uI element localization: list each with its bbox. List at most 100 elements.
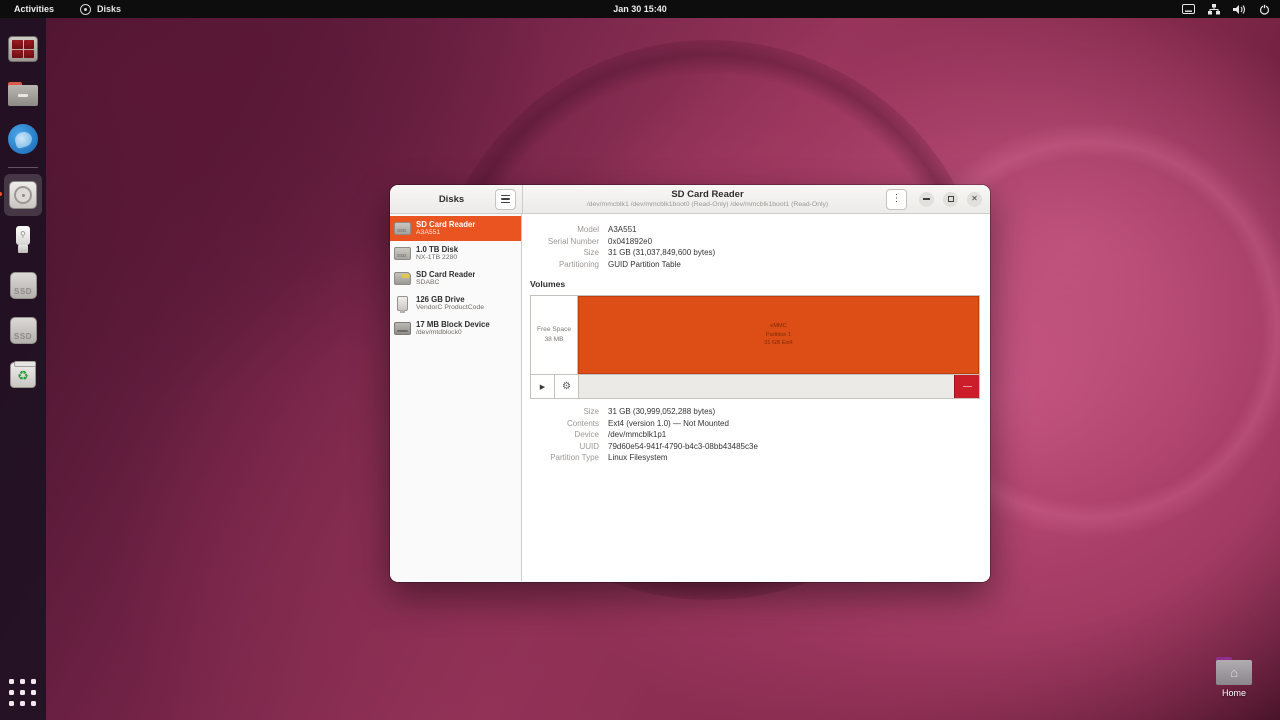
- device-subtitle: SDABC: [416, 279, 475, 287]
- window-subtitle: /dev/mmcblk1 /dev/mmcblk1boot0 (Read-Onl…: [529, 201, 886, 209]
- usb-drive-icon: ⚲: [15, 226, 31, 254]
- close-icon: ✕: [971, 195, 978, 203]
- device-title: 126 GB Drive: [416, 295, 484, 305]
- kebab-menu-icon: ⋮: [892, 194, 902, 204]
- sidebar-item-17mb-block-device[interactable]: 17 MB Block Device /dev/mtdblock0: [390, 316, 521, 341]
- device-sidebar: SD Card Reader A3A551 1.0 TB Disk NX-1TB…: [390, 214, 522, 581]
- ssd-drive-icon: SSD: [10, 272, 37, 299]
- device-title: SD Card Reader: [416, 270, 475, 280]
- dock-item-thunderbird[interactable]: [4, 118, 42, 160]
- show-applications-button[interactable]: [9, 679, 37, 707]
- detail-row-serial: Serial Number 0x041892e0: [530, 236, 980, 248]
- top-bar: Activities Disks Jan 30 15:40: [0, 0, 1280, 18]
- detail-row-partitioning: Partitioning GUID Partition Table: [530, 259, 980, 271]
- delete-partition-button[interactable]: [954, 375, 979, 398]
- volume-diagram: Free Space 38 MB eMMC Partition 1 31 GB …: [530, 295, 980, 375]
- sidebar-item-1tb-disk[interactable]: 1.0 TB Disk NX-1TB 2280: [390, 241, 521, 266]
- partition-segment[interactable]: eMMC Partition 1 31 GB Ext4: [578, 296, 979, 374]
- desktop: Activities Disks Jan 30 15:40: [0, 0, 1280, 720]
- detail-row-partition-type: Partition Type Linux Filesystem: [530, 452, 980, 464]
- dock-separator: [8, 167, 38, 168]
- sidebar-header: Disks: [390, 185, 523, 213]
- files-icon: [8, 82, 38, 106]
- detail-label: Size: [530, 247, 608, 259]
- sidebar-title: Disks: [390, 194, 495, 205]
- device-subtitle: VendorC ProductCode: [416, 304, 484, 312]
- maximize-icon: [948, 196, 954, 202]
- home-shortcut[interactable]: ⌂ Home: [1212, 657, 1256, 698]
- device-subtitle: /dev/mtdblock0: [416, 329, 490, 337]
- window-header: SD Card Reader /dev/mmcblk1 /dev/mmcblk1…: [523, 185, 990, 213]
- trash-icon: ♻: [10, 362, 36, 388]
- detail-row-model: Model A3A551: [530, 224, 980, 236]
- block-device-icon: [394, 322, 411, 335]
- sidebar-item-sd-card-reader-sdabc[interactable]: SD Card Reader SDABC: [390, 266, 521, 291]
- keyboard-icon: [1182, 4, 1195, 14]
- detail-label: Device: [530, 429, 608, 441]
- volume-toolbar: ▶ ⚙: [530, 375, 980, 399]
- ssd-drive-icon: SSD: [10, 317, 37, 344]
- detail-row-uuid: UUID 79d60e54-941f-4790-b4c3-08bb43485c3…: [530, 441, 980, 453]
- dock-item-red-tiles-app[interactable]: [4, 28, 42, 70]
- title-bar[interactable]: Disks SD Card Reader /dev/mmcblk1 /dev/m…: [390, 185, 990, 214]
- play-icon: ▶: [540, 383, 545, 391]
- free-space-label: Free Space: [537, 325, 571, 335]
- detail-label: Model: [530, 224, 608, 236]
- partition-size: 31 GB Ext4: [764, 339, 793, 348]
- sd-card-icon: [394, 272, 411, 285]
- disks-window: Disks SD Card Reader /dev/mmcblk1 /dev/m…: [390, 185, 990, 582]
- detail-label: Size: [530, 406, 608, 418]
- dock-item-files[interactable]: [4, 73, 42, 115]
- minimize-button[interactable]: [919, 192, 934, 207]
- house-icon: ⌂: [1230, 666, 1238, 679]
- free-space-size: 38 MB: [544, 335, 563, 345]
- detail-label: Contents: [530, 418, 608, 430]
- detail-label: Serial Number: [530, 236, 608, 248]
- free-space-segment[interactable]: Free Space 38 MB: [531, 296, 578, 374]
- detail-value: /dev/mmcblk1p1: [608, 429, 666, 441]
- detail-row-size: Size 31 GB (31,037,849,600 bytes): [530, 247, 980, 259]
- dock-item-ssd-2[interactable]: SSD: [4, 309, 42, 351]
- maximize-button[interactable]: [943, 192, 958, 207]
- detail-value: GUID Partition Table: [608, 259, 681, 271]
- usb-drive-icon: [397, 296, 408, 311]
- red-tiles-app-icon: [8, 36, 38, 62]
- detail-value: 31 GB (31,037,849,600 bytes): [608, 247, 715, 259]
- sidebar-item-126gb-drive[interactable]: 126 GB Drive VendorC ProductCode: [390, 291, 521, 316]
- detail-row-contents: Contents Ext4 (version 1.0) — Not Mounte…: [530, 418, 980, 430]
- minus-icon: [963, 386, 972, 388]
- dock-item-trash[interactable]: ♻: [4, 354, 42, 396]
- drive-details-pane: Model A3A551 Serial Number 0x041892e0 Si…: [522, 214, 990, 581]
- dock-item-disks[interactable]: [4, 174, 42, 216]
- system-status-area[interactable]: [1182, 4, 1270, 15]
- focused-app-indicator[interactable]: Disks: [80, 4, 121, 15]
- thunderbird-icon: [8, 124, 38, 154]
- detail-value: 79d60e54-941f-4790-b4c3-08bb43485c3e: [608, 441, 758, 453]
- activities-button[interactable]: Activities: [14, 4, 54, 14]
- detail-row-volume-size: Size 31 GB (30,999,052,288 bytes): [530, 406, 980, 418]
- detail-label: Partitioning: [530, 259, 608, 271]
- home-folder-icon: ⌂: [1216, 657, 1252, 685]
- partition-name: eMMC: [770, 322, 786, 331]
- home-label: Home: [1212, 688, 1256, 698]
- disks-app-icon: [9, 181, 37, 209]
- detail-value: 0x041892e0: [608, 236, 652, 248]
- close-button[interactable]: ✕: [967, 192, 982, 207]
- mount-button[interactable]: ▶: [531, 375, 555, 398]
- detail-row-device: Device /dev/mmcblk1p1: [530, 429, 980, 441]
- clock[interactable]: Jan 30 15:40: [613, 4, 667, 14]
- sidebar-item-sd-card-reader-a3a551[interactable]: SD Card Reader A3A551: [390, 216, 521, 241]
- disks-app-icon: [80, 4, 91, 15]
- app-menu-button[interactable]: [495, 189, 516, 210]
- detail-value: Linux Filesystem: [608, 452, 668, 464]
- detail-value: Ext4 (version 1.0) — Not Mounted: [608, 418, 729, 430]
- drive-options-button[interactable]: ⋮: [886, 189, 907, 210]
- power-icon: [1259, 4, 1270, 15]
- partition-label: Partition 1: [766, 331, 791, 340]
- dock-item-ssd-1[interactable]: SSD: [4, 264, 42, 306]
- device-title: SD Card Reader: [416, 220, 475, 230]
- volumes-section-title: Volumes: [530, 279, 980, 289]
- toolbar-spacer: [579, 375, 954, 398]
- dock-item-usb-drive[interactable]: ⚲: [4, 219, 42, 261]
- partition-options-button[interactable]: ⚙: [555, 375, 579, 398]
